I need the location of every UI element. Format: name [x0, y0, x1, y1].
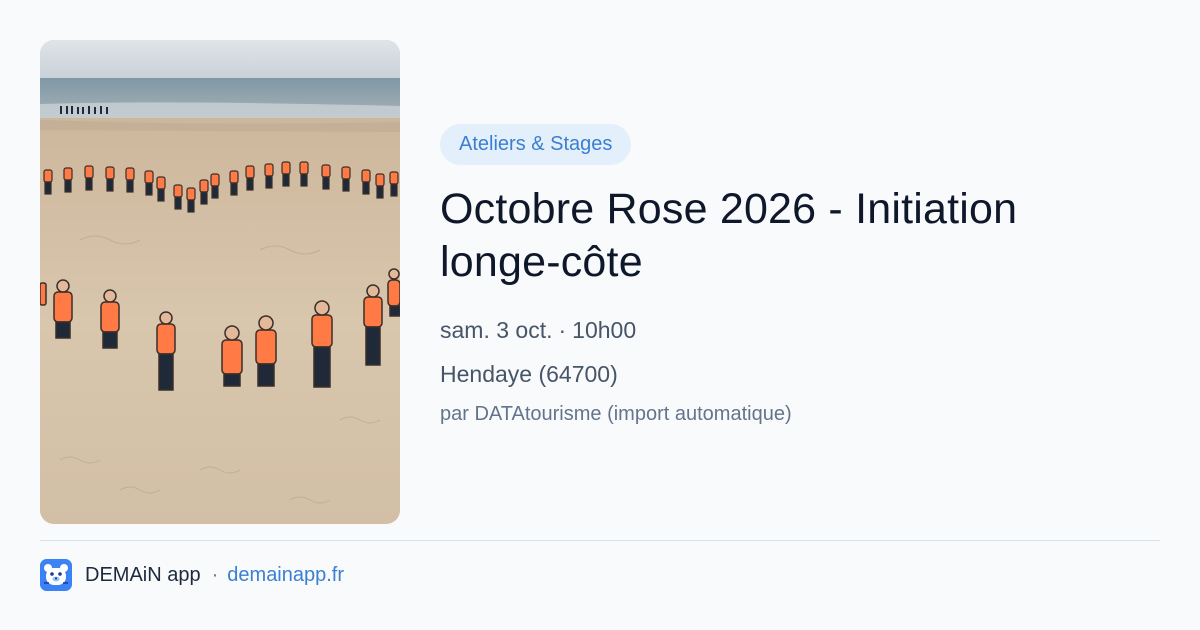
app-name: DEMAiN app — [85, 563, 201, 586]
event-photo — [40, 40, 400, 524]
event-time: 10h00 — [572, 317, 637, 343]
footer-divider — [40, 540, 1160, 541]
app-website-link[interactable]: demainapp.fr — [227, 564, 344, 587]
event-location: Hendaye (64700) — [440, 361, 618, 387]
event-author: par DATAtourisme (import automatique) — [440, 403, 792, 425]
datetime-separator: · — [558, 317, 567, 343]
bear-face-icon — [40, 559, 72, 591]
footer: DEMAiN app · demainapp.fr — [40, 558, 344, 592]
event-date: sam. 3 oct. — [440, 317, 553, 343]
category-badge[interactable]: Ateliers & Stages — [440, 124, 632, 165]
event-title[interactable]: Octobre Rose 2026 - Initiation longe-côt… — [440, 183, 1120, 289]
event-datetime: sam. 3 oct. · 10h00 — [440, 315, 1160, 345]
beach-photo — [40, 40, 400, 524]
event-preview-card[interactable]: Ateliers & Stages Octobre Rose 2026 - In… — [0, 0, 1200, 630]
event-details: Ateliers & Stages Octobre Rose 2026 - In… — [440, 124, 1160, 427]
footer-separator: · — [211, 563, 219, 586]
